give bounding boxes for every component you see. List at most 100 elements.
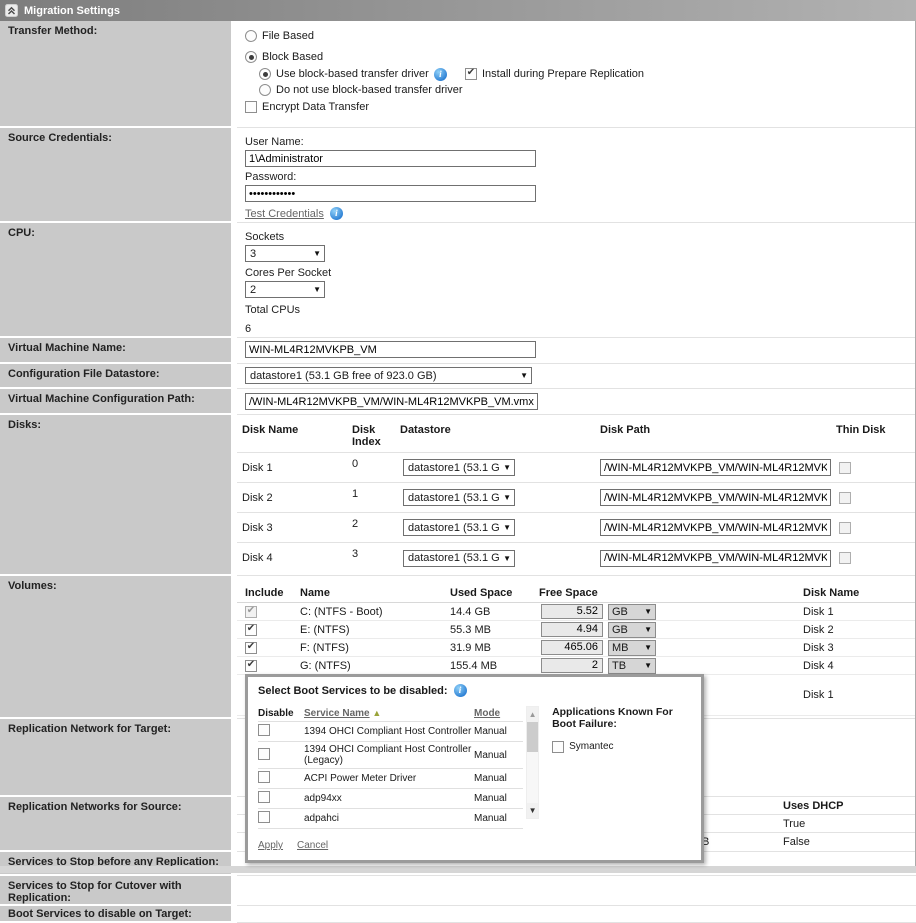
sockets-select[interactable]: 3 ▼ (245, 245, 325, 262)
popup-header-service-name[interactable]: Service Name (304, 708, 370, 719)
disk-name: Disk 3 (237, 513, 352, 543)
cancel-link[interactable]: Cancel (297, 840, 328, 851)
volume-used: 14.4 GB (442, 603, 539, 621)
test-credentials-info-icon[interactable]: i (330, 207, 343, 220)
sockets-label: Sockets (245, 231, 916, 243)
disable-service-checkbox[interactable] (258, 724, 270, 736)
thin-disk-checkbox[interactable] (839, 492, 851, 504)
volume-disk: Disk 1 (725, 603, 916, 621)
dropdown-arrow-icon: ▼ (644, 661, 652, 670)
disk-datastore-select[interactable]: datastore1 (53.1 GB ▼ (403, 519, 515, 536)
disk-path-input[interactable] (600, 550, 831, 567)
password-input[interactable] (245, 185, 536, 202)
disks-header-index: Disk Index (352, 420, 400, 453)
boot-services-popup: Select Boot Services to be disabled: i D… (245, 674, 704, 863)
panel-header[interactable]: Migration Settings (0, 0, 916, 21)
block-based-radio[interactable] (245, 51, 257, 63)
volume-name: G: (NTFS) (292, 657, 442, 675)
use-driver-radio[interactable] (259, 68, 271, 80)
boot-failure-apps: Applications Known For Boot Failure: Sym… (552, 706, 691, 851)
volume-disk: Disk 3 (725, 639, 916, 657)
use-driver-info-icon[interactable]: i (434, 68, 447, 81)
service-mode: Manual (474, 724, 523, 739)
free-unit-select[interactable]: TB▼ (608, 658, 656, 674)
label-volumes: Volumes: (0, 576, 231, 719)
user-name-input[interactable] (245, 150, 536, 167)
disk-path-input[interactable] (600, 519, 831, 536)
source-credentials-content: User Name: Password: Test Credentials i (237, 128, 916, 223)
free-unit-select[interactable]: MB▼ (608, 640, 656, 656)
boot-services-table: Disable Service Name ▲ Mode 1394 OHCI Co… (258, 706, 523, 851)
disable-service-checkbox[interactable] (258, 748, 270, 760)
thin-disk-checkbox[interactable] (839, 462, 851, 474)
thin-disk-checkbox[interactable] (839, 522, 851, 534)
encrypt-checkbox[interactable] (245, 101, 257, 113)
disk-path-input[interactable] (600, 459, 831, 476)
dropdown-arrow-icon: ▼ (313, 285, 321, 294)
volume-disk: Disk 1 (725, 675, 916, 716)
panel-title: Migration Settings (24, 5, 120, 17)
disable-service-checkbox[interactable] (258, 791, 270, 803)
free-space-input[interactable]: 4.94 (541, 622, 603, 637)
label-disks: Disks: (0, 415, 231, 576)
popup-header-mode[interactable]: Mode (474, 708, 500, 719)
install-prepare-checkbox[interactable]: ✔ (465, 68, 477, 80)
collapse-icon[interactable] (5, 4, 18, 17)
file-based-radio[interactable] (245, 30, 257, 42)
popup-info-icon[interactable]: i (454, 684, 467, 697)
popup-title: Select Boot Services to be disabled: (258, 685, 448, 697)
config-datastore-select[interactable]: datastore1 (53.1 GB free of 923.0 GB) ▼ (245, 367, 532, 384)
vm-name-input[interactable] (245, 341, 536, 358)
free-unit-select[interactable]: GB▼ (608, 604, 656, 620)
encrypt-label: Encrypt Data Transfer (262, 100, 369, 114)
free-space-input[interactable]: 2 (541, 658, 603, 673)
disable-service-checkbox[interactable] (258, 771, 270, 783)
include-checkbox[interactable]: ✔ (245, 606, 257, 618)
include-checkbox[interactable]: ✔ (245, 660, 257, 672)
disk-path-input[interactable] (600, 489, 831, 506)
use-driver-label: Use block-based transfer driver (276, 67, 429, 81)
free-space-input[interactable]: 5.52 (541, 604, 603, 619)
volume-disk: Disk 4 (725, 657, 916, 675)
dropdown-arrow-icon: ▼ (644, 607, 652, 616)
label-vm-name: Virtual Machine Name: (0, 338, 231, 364)
test-credentials-link[interactable]: Test Credentials (245, 208, 324, 220)
label-services-cutover: Services to Stop for Cutover with Replic… (0, 876, 231, 906)
include-checkbox[interactable]: ✔ (245, 642, 257, 654)
service-name: 1394 OHCI Compliant Host Controller (Leg… (304, 742, 474, 768)
disable-service-checkbox[interactable] (258, 811, 270, 823)
volume-used: 155.4 MB (442, 657, 539, 675)
disks-header-datastore: Datastore (400, 420, 600, 453)
include-checkbox[interactable]: ✔ (245, 624, 257, 636)
disk-datastore-select[interactable]: datastore1 (53.1 GB ▼ (403, 489, 515, 506)
popup-header-disable: Disable (258, 706, 304, 721)
free-unit-select[interactable]: GB▼ (608, 622, 656, 638)
config-path-input[interactable] (245, 393, 538, 410)
services-scrollbar[interactable]: ▲ ▼ (526, 706, 539, 819)
apply-link[interactable]: Apply (258, 840, 283, 851)
scroll-down-icon[interactable]: ▼ (527, 803, 538, 818)
service-name: adp94xx (304, 791, 474, 806)
service-mode: Manual (474, 771, 523, 786)
free-space-input[interactable]: 465.06 (541, 640, 603, 655)
cores-select[interactable]: 2 ▼ (245, 281, 325, 298)
disk-datastore-select[interactable]: datastore1 (53.1 GB ▼ (403, 550, 515, 567)
volume-name: F: (NTFS) (292, 639, 442, 657)
volume-used: 31.9 MB (442, 639, 539, 657)
scrollbar-thumb[interactable] (527, 722, 538, 752)
migration-settings-panel: Migration Settings Transfer Method: File… (0, 0, 916, 873)
symantec-checkbox[interactable] (552, 741, 564, 753)
dropdown-arrow-icon: ▼ (503, 523, 511, 532)
thin-disk-checkbox[interactable] (839, 552, 851, 564)
total-cpus-value: 6 (245, 323, 916, 335)
scroll-up-icon[interactable]: ▲ (527, 707, 538, 722)
cores-label: Cores Per Socket (245, 267, 916, 279)
disk-index: 1 (352, 483, 400, 513)
dropdown-arrow-icon: ▼ (520, 371, 528, 380)
no-driver-radio[interactable] (259, 84, 271, 96)
disk-datastore-select[interactable]: datastore1 (53.1 GB ▼ (403, 459, 515, 476)
install-prepare-label: Install during Prepare Replication (482, 67, 644, 81)
service-mode: Manual (474, 811, 523, 826)
boot-services-content (237, 906, 916, 923)
label-replication-source: Replication Networks for Source: (0, 797, 231, 852)
